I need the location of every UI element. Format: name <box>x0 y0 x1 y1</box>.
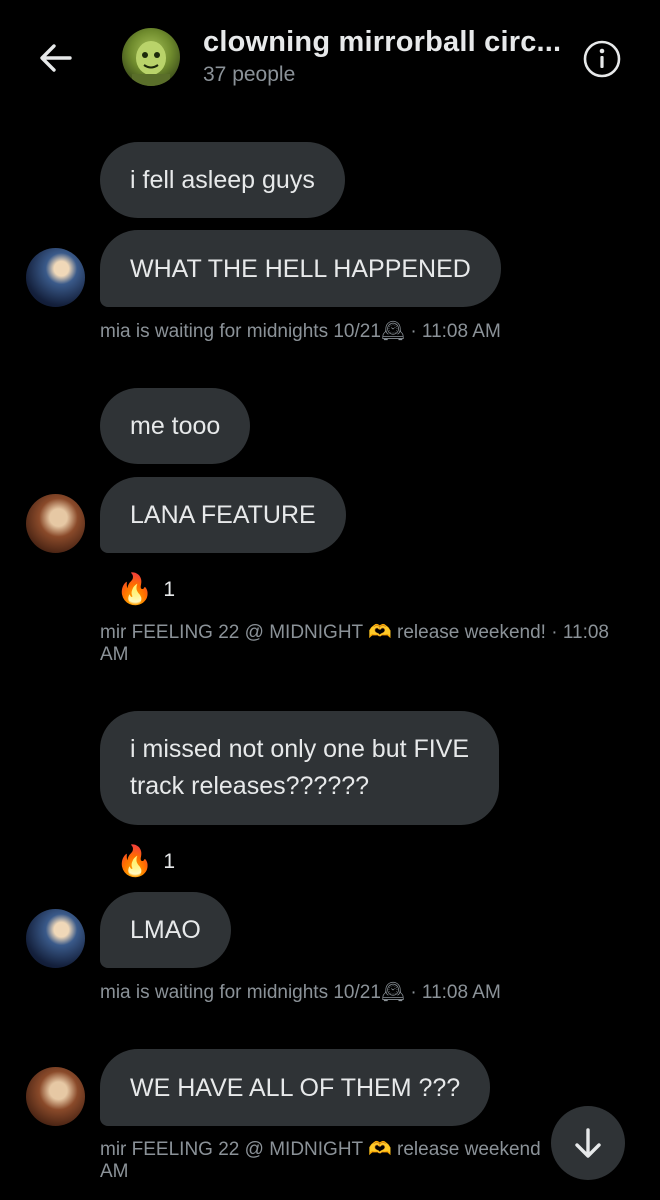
avatar[interactable] <box>26 494 85 553</box>
timestamp-continued: AM <box>100 644 129 665</box>
reaction-count: 1 <box>163 578 176 601</box>
info-button[interactable] <box>582 39 622 79</box>
scroll-to-bottom-button[interactable] <box>551 1106 625 1180</box>
message-bubble[interactable]: i fell asleep guys <box>100 142 345 218</box>
message-bubble[interactable]: LANA FEATURE <box>100 477 346 553</box>
arrow-down-icon <box>575 1128 601 1158</box>
back-button[interactable] <box>34 36 78 80</box>
message-line: i missed not only one but FIVE <box>130 735 470 763</box>
fire-icon: 🔥 <box>116 845 154 878</box>
fire-icon: 🔥 <box>116 573 154 606</box>
message-line: track releases?????? <box>130 772 370 800</box>
back-arrow-icon <box>40 44 72 72</box>
message-meta: mir FEELING 22 @ MIDNIGHT 🫶 release week… <box>100 622 640 666</box>
group-avatar-image <box>132 41 170 86</box>
avatar[interactable] <box>26 248 85 307</box>
info-icon <box>583 40 621 78</box>
timestamp: · 11:08 AM <box>405 321 501 342</box>
reaction[interactable]: 🔥 1 <box>116 573 175 607</box>
message-bubble[interactable]: me tooo <box>100 388 251 464</box>
sender-name: mia is waiting for midnights 10/21 <box>100 321 381 342</box>
group-avatar[interactable] <box>122 28 180 86</box>
reaction-count: 1 <box>163 850 176 873</box>
heart-hands-icon: 🫶 <box>368 622 392 643</box>
timestamp: release weekend <box>391 1139 541 1160</box>
message-bubble[interactable]: WHAT THE HELL HAPPENED <box>100 230 501 307</box>
conversation-header: clowning mirrorball circ... 37 people <box>0 0 660 118</box>
heart-hands-icon: 🫶 <box>368 1139 392 1160</box>
avatar[interactable] <box>26 1067 85 1126</box>
timestamp: release weekend! · 11:08 <box>391 622 609 643</box>
message-meta: mia is waiting for midnights 10/21🕰 · 11… <box>100 982 640 1004</box>
avatar[interactable] <box>26 909 85 968</box>
timestamp-continued: AM <box>100 1161 129 1182</box>
conversation-title[interactable]: clowning mirrorball circ... <box>203 26 583 59</box>
message-meta: mia is waiting for midnights 10/21🕰 · 11… <box>100 321 640 343</box>
clock-icon: 🕰 <box>380 982 406 1003</box>
clock-icon: 🕰 <box>380 321 406 342</box>
member-count: 37 people <box>203 63 296 86</box>
message-bubble[interactable]: WE HAVE ALL OF THEM ??? <box>100 1049 491 1126</box>
sender-name: mia is waiting for midnights 10/21 <box>100 982 381 1003</box>
message-bubble[interactable]: i missed not only one but FIVE track rel… <box>100 711 500 825</box>
timestamp: · 11:08 AM <box>405 982 501 1003</box>
sender-name: mir FEELING 22 @ MIDNIGHT <box>100 622 369 643</box>
reaction[interactable]: 🔥 1 <box>116 845 175 879</box>
sender-name: mir FEELING 22 @ MIDNIGHT <box>100 1139 369 1160</box>
message-bubble[interactable]: LMAO <box>100 892 231 968</box>
